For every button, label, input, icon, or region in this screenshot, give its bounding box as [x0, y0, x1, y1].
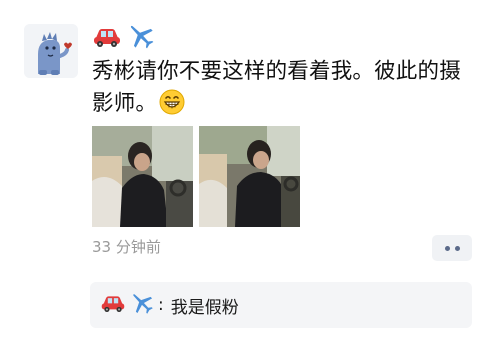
more-options-button[interactable]	[432, 235, 472, 261]
photo-man-in-car-icon	[199, 126, 300, 227]
author-avatar[interactable]	[24, 24, 78, 78]
more-dots-icon	[454, 245, 460, 251]
airplane-icon	[129, 290, 155, 321]
comment-text: 我是假粉	[170, 297, 239, 318]
photo-man-in-car-icon	[92, 126, 193, 227]
blue-dinosaur-avatar-icon	[24, 24, 78, 78]
post-photo-2[interactable]	[199, 126, 300, 227]
comment-item[interactable]: : 我是假粉	[100, 290, 239, 320]
post-text: 秀彬请你不要这样的看着我。彼此的摄影师。	[92, 56, 482, 125]
comment-section: : 我是假粉	[90, 282, 472, 328]
grinning-face-icon	[159, 89, 185, 125]
post-text-content: 秀彬请你不要这样的看着我。彼此的摄影师。	[92, 59, 461, 116]
author-name[interactable]	[92, 18, 156, 54]
post-photo-1[interactable]	[92, 126, 193, 227]
car-icon	[100, 292, 126, 318]
comment-separator: :	[158, 295, 164, 315]
more-dots-icon	[444, 245, 450, 251]
post-timestamp: 33 分钟前	[92, 238, 161, 256]
airplane-icon	[126, 21, 156, 51]
car-icon	[92, 24, 122, 48]
commenter-name[interactable]	[100, 290, 155, 321]
